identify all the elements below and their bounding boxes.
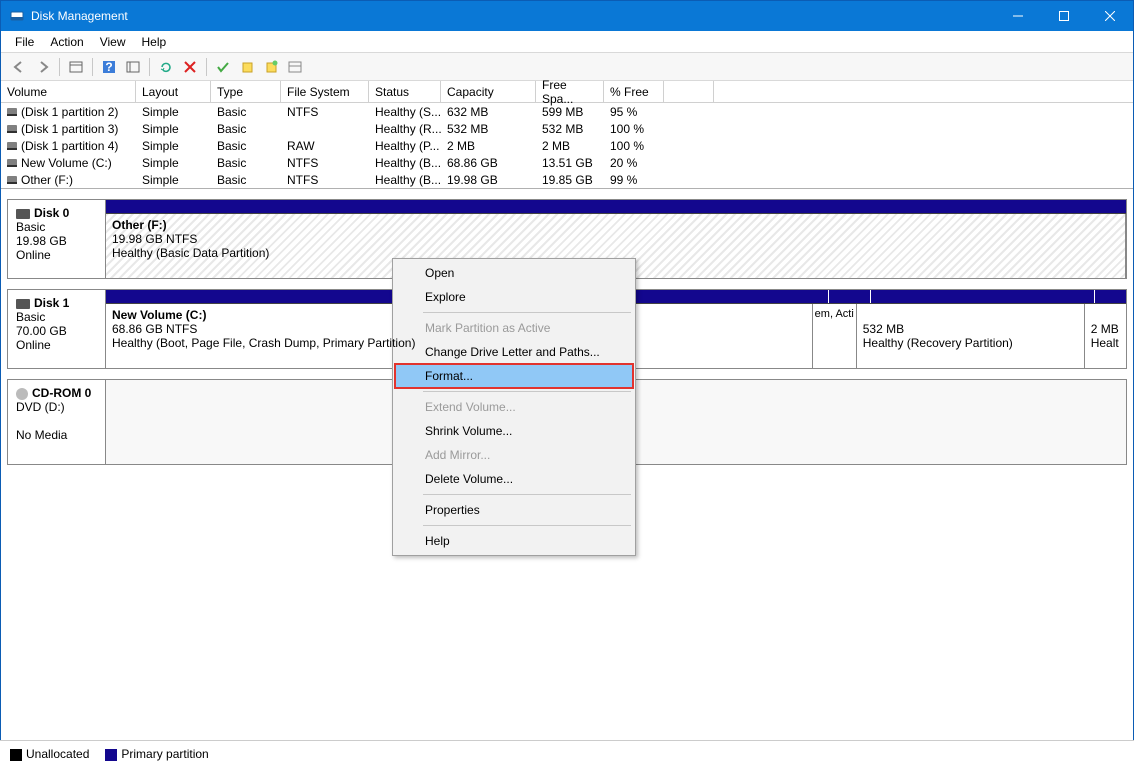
context-menu-separator [423, 391, 631, 392]
back-icon[interactable] [9, 57, 29, 77]
maximize-button[interactable] [1041, 1, 1087, 31]
separator [206, 58, 207, 76]
drive-icon [7, 176, 17, 184]
menu-help[interactable]: Help [134, 33, 175, 51]
menu-view[interactable]: View [92, 33, 134, 51]
context-menu-item-format[interactable]: Format... [394, 363, 634, 389]
partition-header-bar [106, 200, 1126, 214]
menu-action[interactable]: Action [42, 33, 91, 51]
separator [149, 58, 150, 76]
volume-row[interactable]: New Volume (C:)SimpleBasicNTFSHealthy (B… [1, 154, 1133, 171]
delete-icon[interactable] [180, 57, 200, 77]
context-menu-item-properties[interactable]: Properties [395, 498, 633, 522]
col-empty[interactable] [664, 81, 714, 102]
close-button[interactable] [1087, 1, 1133, 31]
check-icon[interactable] [213, 57, 233, 77]
context-menu-separator [423, 494, 631, 495]
legend: Unallocated Primary partition [0, 740, 1134, 767]
disk-info[interactable]: Disk 0 Basic 19.98 GB Online [8, 200, 106, 278]
context-menu-item-shrink-volume[interactable]: Shrink Volume... [395, 419, 633, 443]
legend-primary: Primary partition [105, 747, 208, 761]
volume-list[interactable]: Volume Layout Type File System Status Ca… [1, 81, 1133, 189]
new-volume-icon[interactable] [261, 57, 281, 77]
col-type[interactable]: Type [211, 81, 281, 102]
cdrom-icon [16, 388, 28, 400]
partition-2mb[interactable]: 2 MB Healt [1085, 304, 1126, 368]
volume-row[interactable]: (Disk 1 partition 3)SimpleBasicHealthy (… [1, 120, 1133, 137]
context-menu-item-open[interactable]: Open [395, 261, 633, 285]
col-volume[interactable]: Volume [1, 81, 136, 102]
separator [92, 58, 93, 76]
col-status[interactable]: Status [369, 81, 441, 102]
properties-icon[interactable] [285, 57, 305, 77]
legend-unallocated: Unallocated [10, 747, 89, 761]
volume-row[interactable]: Other (F:)SimpleBasicNTFSHealthy (B...19… [1, 171, 1133, 188]
partition-recovery[interactable]: 532 MB Healthy (Recovery Partition) [857, 304, 1085, 368]
show-hide-tree-icon[interactable] [66, 57, 86, 77]
context-menu-separator [423, 525, 631, 526]
col-pctfree[interactable]: % Free [604, 81, 664, 102]
window-title: Disk Management [31, 9, 995, 23]
minimize-button[interactable] [995, 1, 1041, 31]
context-menu-item-explore[interactable]: Explore [395, 285, 633, 309]
drive-icon [7, 142, 17, 150]
menubar: File Action View Help [1, 31, 1133, 53]
window-titlebar: Disk Management [1, 1, 1133, 31]
disk-icon [16, 209, 30, 219]
disk-info[interactable]: CD-ROM 0 DVD (D:) No Media [8, 380, 106, 464]
partition-system[interactable]: em, Active, Primary Partition) [813, 304, 857, 368]
context-menu: OpenExploreMark Partition as ActiveChang… [392, 258, 636, 556]
volume-row[interactable]: (Disk 1 partition 2)SimpleBasicNTFSHealt… [1, 103, 1133, 120]
disk-info[interactable]: Disk 1 Basic 70.00 GB Online [8, 290, 106, 368]
disk-icon [16, 299, 30, 309]
context-menu-item-help[interactable]: Help [395, 529, 633, 553]
volume-row[interactable]: (Disk 1 partition 4)SimpleBasicRAWHealth… [1, 137, 1133, 154]
menu-file[interactable]: File [7, 33, 42, 51]
drive-icon [7, 125, 17, 133]
volume-list-header[interactable]: Volume Layout Type File System Status Ca… [1, 81, 1133, 103]
col-capacity[interactable]: Capacity [441, 81, 536, 102]
drive-icon [7, 108, 17, 116]
context-menu-item-extend-volume: Extend Volume... [395, 395, 633, 419]
col-layout[interactable]: Layout [136, 81, 211, 102]
add-partition-icon[interactable] [237, 57, 257, 77]
settings-icon[interactable] [123, 57, 143, 77]
context-menu-item-delete-volume[interactable]: Delete Volume... [395, 467, 633, 491]
separator [59, 58, 60, 76]
refresh-icon[interactable] [156, 57, 176, 77]
app-icon [9, 8, 25, 24]
context-menu-item-add-mirror: Add Mirror... [395, 443, 633, 467]
help-icon[interactable]: ? [99, 57, 119, 77]
col-freespace[interactable]: Free Spa... [536, 81, 604, 102]
drive-icon [7, 159, 17, 167]
svg-text:?: ? [105, 60, 112, 74]
col-filesystem[interactable]: File System [281, 81, 369, 102]
forward-icon[interactable] [33, 57, 53, 77]
